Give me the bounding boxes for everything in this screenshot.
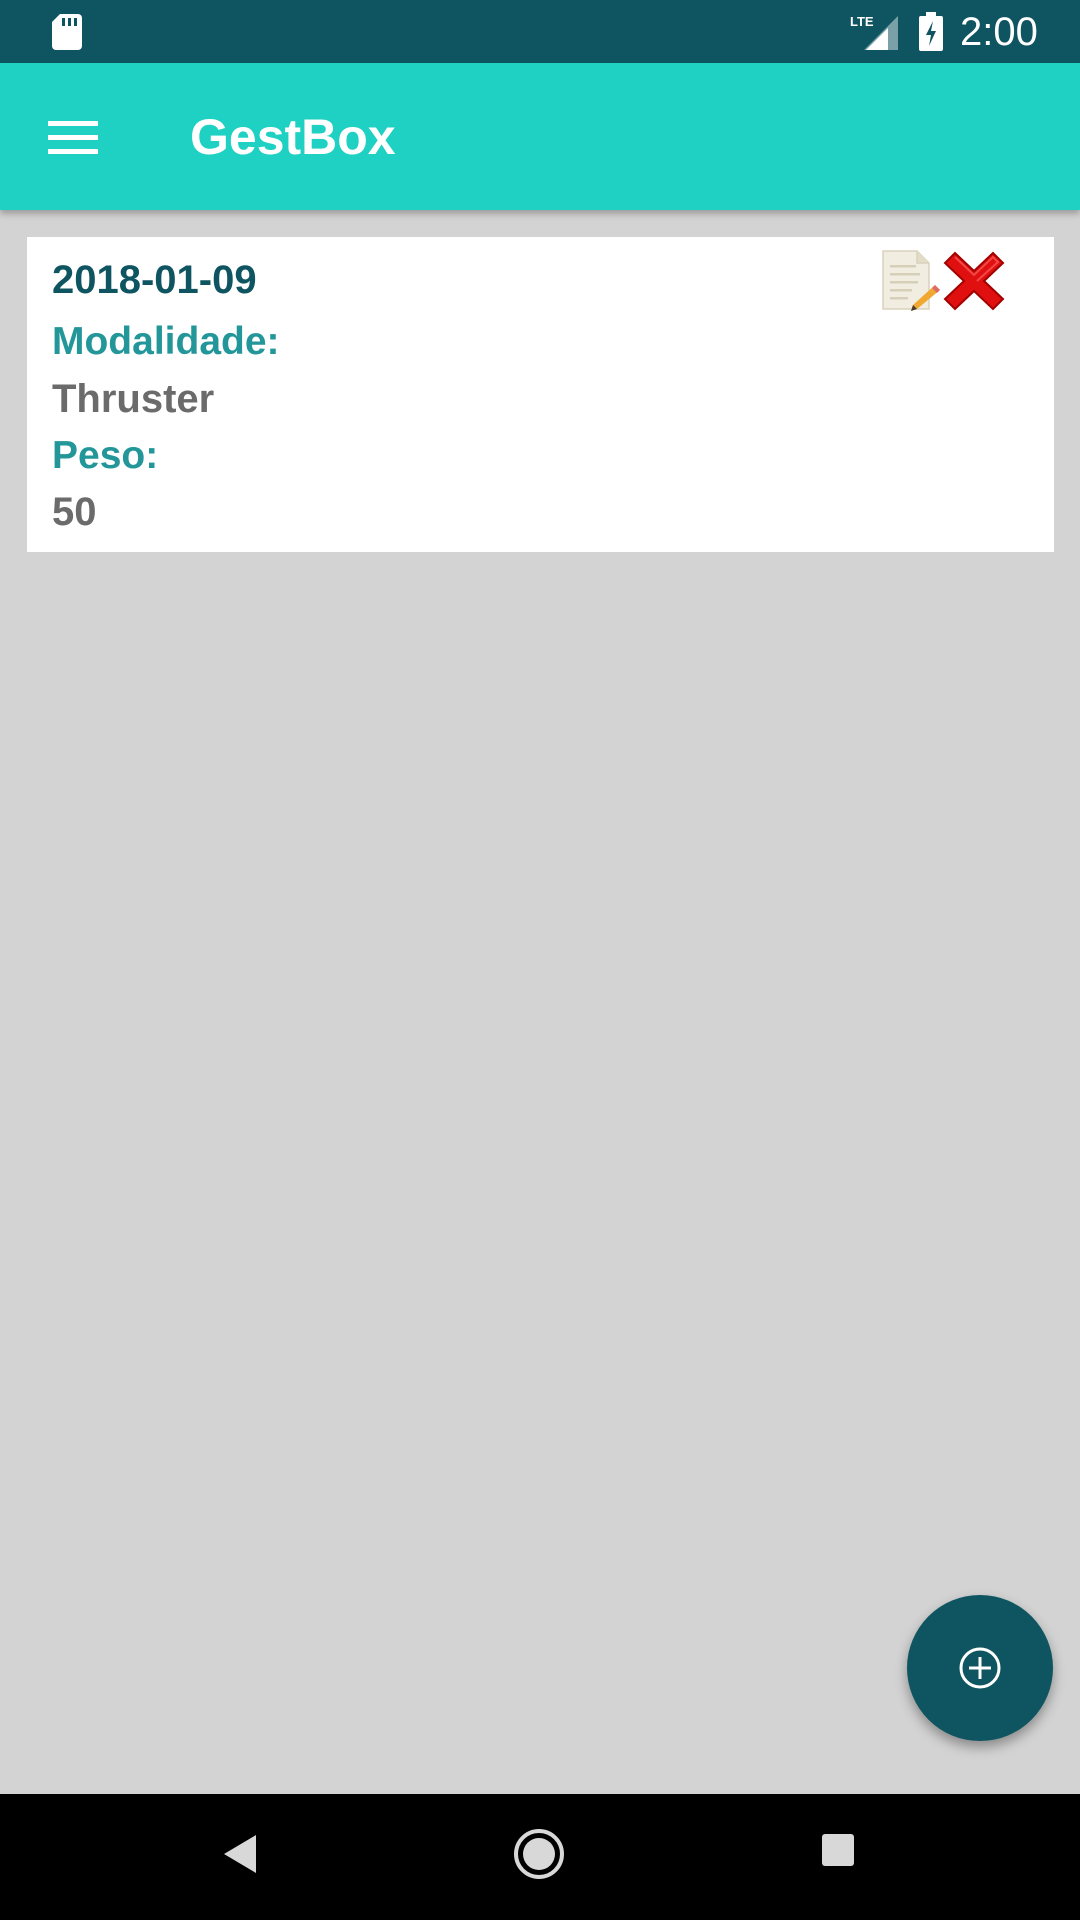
menu-button[interactable]: [36, 105, 106, 169]
home-icon[interactable]: [512, 1827, 566, 1881]
network-label: LTE: [850, 14, 874, 29]
system-nav-bar: [0, 1794, 1080, 1920]
edit-button[interactable]: [877, 247, 943, 313]
modality-value: Thruster: [52, 377, 215, 421]
edit-icon: [882, 250, 940, 311]
add-circle-icon: [959, 1647, 1001, 1689]
weight-value: 50: [52, 490, 97, 534]
weight-label: Peso:: [52, 434, 159, 477]
record-card[interactable]: 2018-01-09 Modalidade: Thruster Peso: 50: [27, 237, 1054, 552]
delete-icon: [943, 251, 1005, 311]
add-record-button[interactable]: [907, 1595, 1053, 1741]
recent-apps-icon[interactable]: [820, 1832, 856, 1868]
status-bar: LTE 2:00: [0, 0, 1080, 63]
sd-card-icon: [52, 14, 82, 50]
lte-signal-icon: LTE: [850, 14, 898, 50]
app-title: GestBox: [190, 109, 396, 165]
hamburger-menu-icon: [48, 121, 98, 154]
battery-charging-icon: [919, 12, 943, 51]
record-date: 2018-01-09: [52, 258, 257, 302]
app-bar: GestBox: [0, 63, 1080, 210]
modality-label: Modalidade:: [52, 320, 280, 363]
delete-button[interactable]: [941, 247, 1007, 313]
back-icon[interactable]: [220, 1831, 260, 1877]
status-time: 2:00: [960, 10, 1038, 54]
